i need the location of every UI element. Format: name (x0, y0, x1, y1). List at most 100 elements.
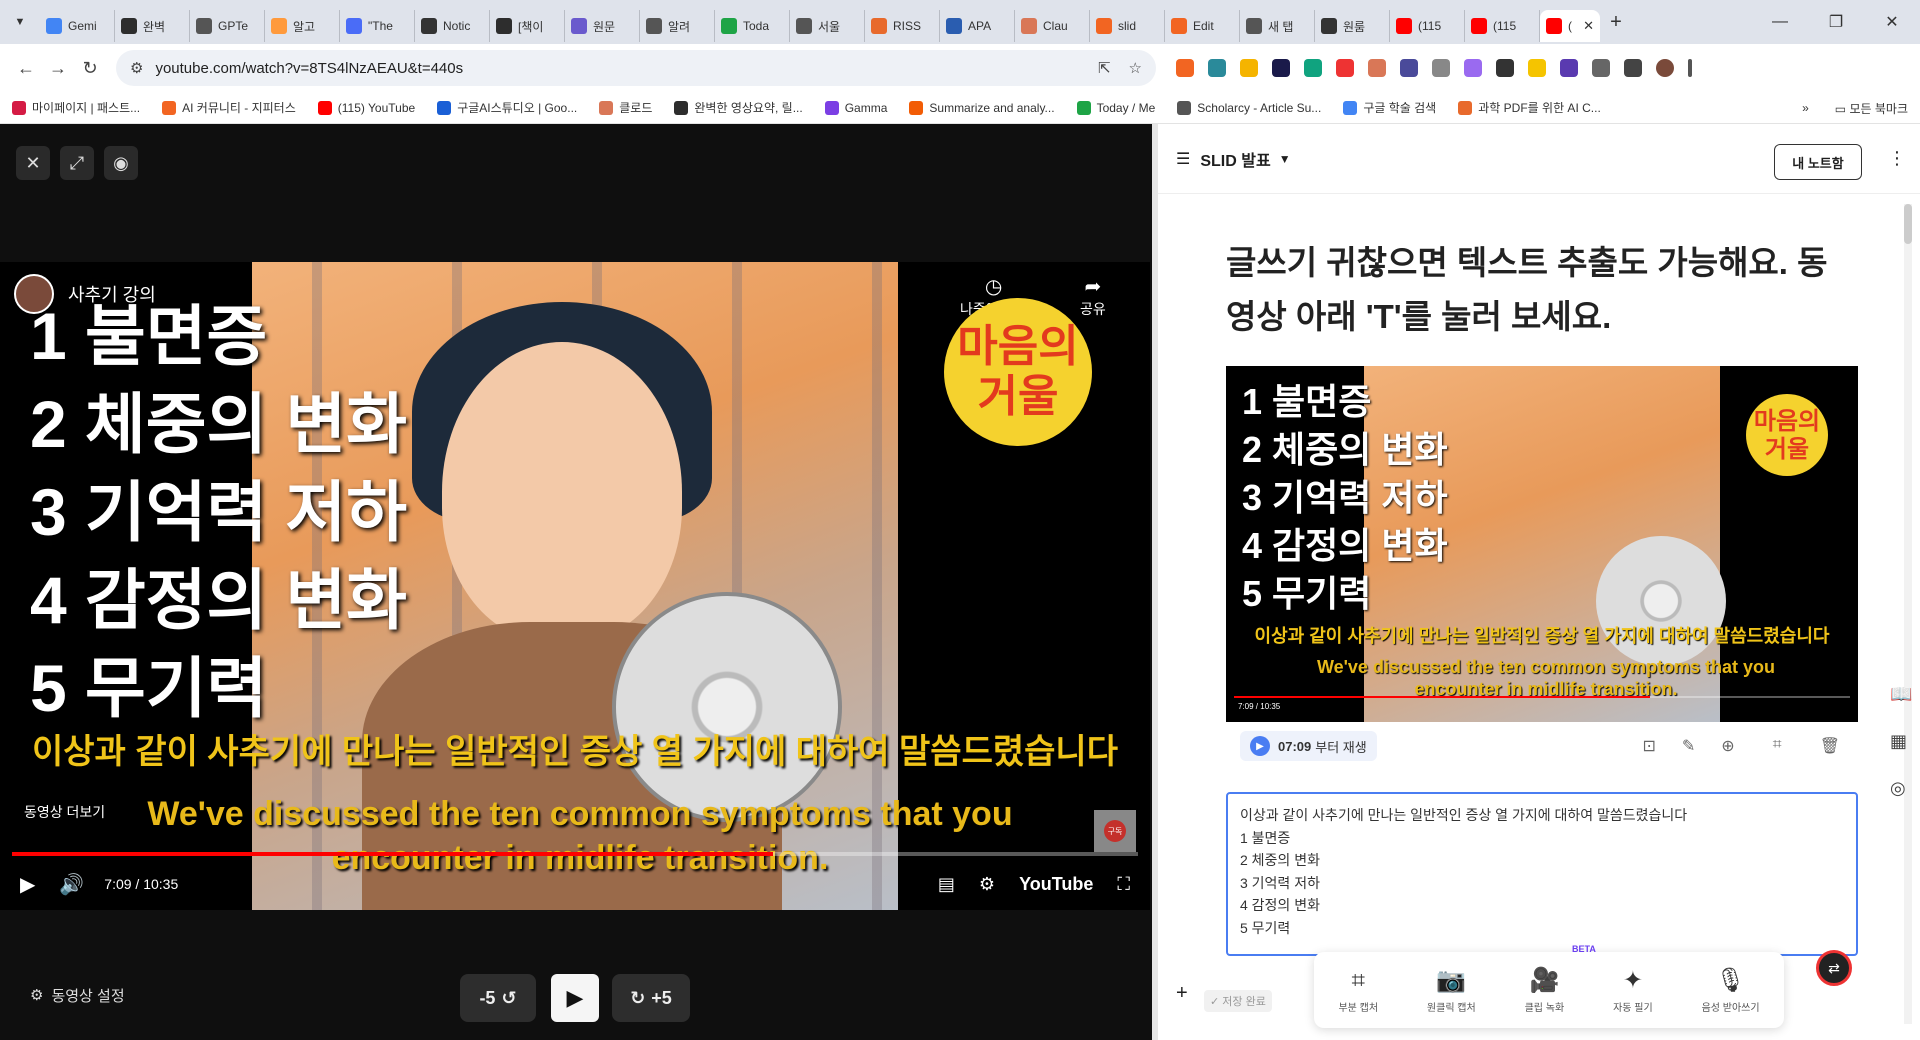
browser-tab[interactable]: 알고 (265, 10, 340, 42)
extension-icon[interactable] (1464, 59, 1482, 77)
trash-icon[interactable]: 🗑 (1820, 736, 1840, 756)
settings-gear-icon[interactable]: ⚙ (979, 874, 995, 895)
text-extract-icon[interactable]: ⊡ (1642, 736, 1655, 756)
bookmark-item[interactable]: Today / Me (1076, 99, 1155, 116)
browser-tab[interactable]: [책이 (490, 10, 565, 42)
bookmark-star-icon[interactable]: ☆ (1129, 59, 1142, 77)
play-button[interactable]: ▶ (551, 974, 599, 1022)
bookmark-item[interactable]: 구글AI스튜디오 | Goo... (437, 99, 577, 116)
browser-tab[interactable]: GPTe (190, 10, 265, 42)
bookmark-item[interactable]: Gamma (824, 99, 887, 116)
subscribe-watermark[interactable]: 구독 (1094, 810, 1136, 852)
profile-avatar[interactable] (1656, 59, 1674, 77)
minimize-icon[interactable]: — (1752, 0, 1808, 44)
bookmark-item[interactable]: AI 커뮤니티 - 지피터스 (162, 99, 296, 116)
bookmark-item[interactable]: 완벽한 영상요약, 릴... (674, 99, 803, 116)
record-toggle-button[interactable]: ⇄ (1816, 950, 1852, 986)
document-title[interactable]: SLID 발표 (1200, 147, 1270, 171)
dictation-button[interactable]: 🎙 음성 받아쓰기 (1702, 966, 1760, 1014)
forward-arrow-icon[interactable]: → (42, 52, 74, 84)
bookmarks-more-button[interactable]: » (1802, 101, 1809, 115)
browser-tab[interactable]: 원룸 (1315, 10, 1390, 42)
browser-tab[interactable]: Notic (415, 10, 490, 42)
tab-active[interactable]: ( ✕ (1540, 10, 1600, 42)
media-control-icon[interactable] (1624, 59, 1642, 77)
video-settings-button[interactable]: ⚙ 동영상 설정 (30, 985, 125, 1006)
captions-icon[interactable]: ▤ (938, 874, 955, 895)
captured-video-frame[interactable]: 1 불면증 2 체중의 변화 3 기억력 저하 4 감정의 변화 5 무기력 마… (1226, 366, 1858, 722)
my-notebook-button[interactable]: 내 노트함 (1774, 144, 1862, 180)
extension-icon[interactable] (1208, 59, 1226, 77)
browser-tab[interactable]: 완벽 (115, 10, 190, 42)
play-from-timestamp-button[interactable]: ▶ 07:09 부터 재생 (1240, 731, 1377, 761)
channel-avatar[interactable] (14, 274, 54, 314)
youtube-logo[interactable]: YouTube (1019, 874, 1093, 895)
site-info-icon[interactable]: ⚙ (130, 59, 143, 77)
channel-info[interactable]: 사추기 강의 (14, 274, 156, 314)
reload-icon[interactable]: ↻ (74, 52, 106, 84)
extension-icon[interactable] (1560, 59, 1578, 77)
browser-tab[interactable]: 원문 (565, 10, 640, 42)
bookmark-item[interactable]: 클로드 (599, 99, 652, 116)
zoom-in-icon[interactable]: ⊕ (1721, 736, 1734, 756)
partial-capture-button[interactable]: ⌗ 부분 캡처 (1338, 967, 1378, 1014)
extension-icon[interactable] (1176, 59, 1194, 77)
back-arrow-icon[interactable]: ← (10, 52, 42, 84)
more-videos-label[interactable]: 동영상 더보기 (24, 802, 105, 822)
volume-icon[interactable]: 🔊 (59, 872, 84, 897)
browser-tab[interactable]: Clau (1015, 10, 1090, 42)
extension-icon[interactable] (1368, 59, 1386, 77)
bookmark-item[interactable]: Scholarcy - Article Su... (1177, 99, 1321, 116)
chevron-down-icon[interactable]: ▼ (1279, 152, 1291, 166)
expand-icon[interactable]: ⤢ (60, 146, 94, 180)
skip-forward-button[interactable]: ↻ +5 (612, 974, 690, 1022)
apps-icon[interactable]: ▦ (1890, 731, 1912, 752)
extension-icon[interactable] (1336, 59, 1354, 77)
browser-tab[interactable]: 새 탭 (1240, 10, 1315, 42)
bookmark-item[interactable]: Summarize and analy... (909, 99, 1055, 116)
browser-tab[interactable]: APA (940, 10, 1015, 42)
extension-icon[interactable] (1496, 59, 1514, 77)
skip-back-button[interactable]: -5 ↺ (460, 974, 536, 1022)
share-button[interactable]: ➦ 공유 (1080, 274, 1106, 319)
browser-tab[interactable]: "The (340, 10, 415, 42)
panel-scrollbar[interactable] (1904, 204, 1912, 1024)
browser-tab[interactable]: Toda (715, 10, 790, 42)
bookmark-item[interactable]: 구글 학술 검색 (1343, 99, 1436, 116)
close-icon[interactable]: ✕ (16, 146, 50, 180)
book-icon[interactable]: 📖 (1890, 684, 1912, 705)
note-heading[interactable]: 글쓰기 귀찮으면 텍스트 추출도 가능해요. 동영상 아래 'T'를 눌러 보세… (1226, 236, 1856, 344)
extensions-puzzle-icon[interactable] (1592, 59, 1610, 77)
browser-tab[interactable]: (115 (1465, 10, 1540, 42)
mic-icon[interactable] (1432, 59, 1450, 77)
close-window-icon[interactable]: ✕ (1864, 0, 1920, 44)
restore-icon[interactable]: ❐ (1808, 0, 1864, 44)
list-icon[interactable]: ☰ (1176, 149, 1190, 169)
browser-tab[interactable]: slid (1090, 10, 1165, 42)
bookmark-item[interactable]: 마이페이지 | 패스트... (12, 99, 140, 116)
browser-tab[interactable]: Edit (1165, 10, 1240, 42)
eye-icon[interactable]: ◉ (104, 146, 138, 180)
all-bookmarks-folder[interactable]: ▭ 모든 북마크 (1835, 100, 1908, 117)
more-options-icon[interactable]: ⋮ (1888, 148, 1906, 169)
one-click-capture-button[interactable]: 📷 원클릭 캡처 (1427, 966, 1476, 1014)
auto-notes-button[interactable]: ✦ 자동 필기 (1613, 966, 1653, 1014)
browser-tab[interactable]: 서울 (790, 10, 865, 42)
clip-record-button[interactable]: 🎥 클립 녹화 (1525, 966, 1565, 1014)
add-block-icon[interactable]: + (1176, 982, 1188, 1005)
new-tab-button[interactable]: + (1600, 11, 1632, 34)
play-icon[interactable]: ▶ (20, 872, 35, 897)
close-tab-icon[interactable]: ✕ (1583, 18, 1594, 34)
tab-search-icon[interactable]: ▼ (8, 10, 32, 34)
pen-icon[interactable]: ✎ (1682, 736, 1695, 756)
scroll-thumb[interactable] (1904, 204, 1912, 244)
browser-tab[interactable]: RISS (865, 10, 940, 42)
progress-bar[interactable] (12, 852, 1138, 856)
extension-icon[interactable] (1528, 59, 1546, 77)
address-bar[interactable]: ⚙ youtube.com/watch?v=8TS4lNzAEAU&t=440s… (116, 50, 1156, 86)
browser-tab[interactable]: 알려 (640, 10, 715, 42)
extension-icon[interactable] (1400, 59, 1418, 77)
open-in-app-icon[interactable]: ⇱ (1098, 59, 1111, 77)
bookmark-item[interactable]: (115) YouTube (317, 99, 415, 116)
assistant-icon[interactable]: ◎ (1890, 778, 1912, 799)
